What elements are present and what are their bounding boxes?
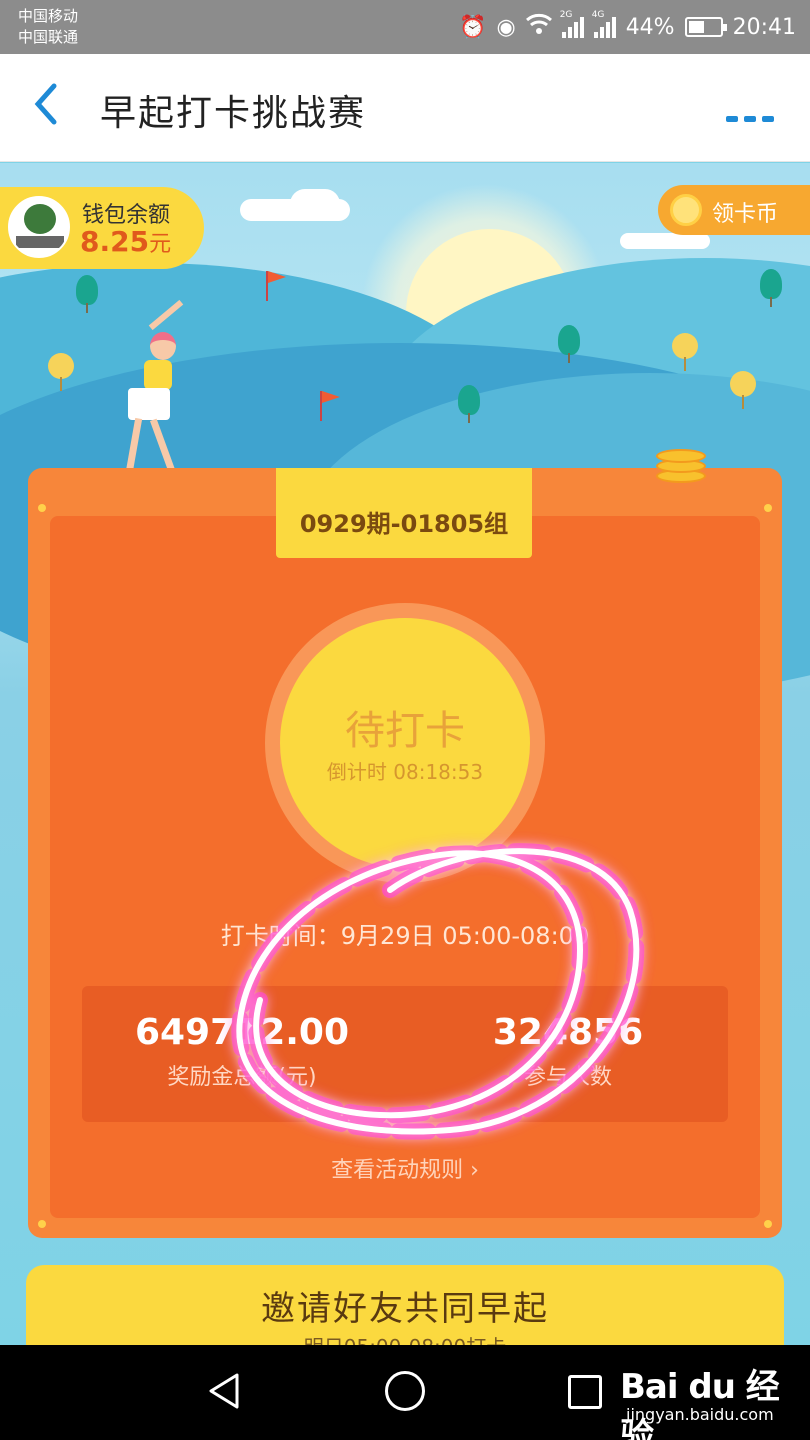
- system-nav-bar: Bai du 经验 jingyan.baidu.com: [0, 1345, 810, 1440]
- rules-link[interactable]: 查看活动规则 ›: [28, 1152, 782, 1184]
- wallet-amount: 8.25元: [80, 225, 171, 258]
- tree: [730, 371, 756, 409]
- invite-title: 邀请好友共同早起: [261, 1289, 549, 1329]
- network-type-2: 4G: [591, 10, 605, 20]
- period-label: 0929期-01805组: [299, 510, 509, 538]
- carrier-names: 中国移动 中国联通: [18, 6, 78, 48]
- cloud: [620, 233, 710, 249]
- tree: [458, 385, 480, 423]
- period-ribbon: 0929期-01805组: [276, 468, 532, 558]
- recent-square-icon[interactable]: [568, 1375, 602, 1409]
- coin-icon: [670, 194, 702, 226]
- avatar: [8, 196, 70, 258]
- wallet-amount-value: 8.25: [80, 225, 150, 258]
- wallet-unit: 元: [149, 232, 172, 257]
- chevron-left-icon[interactable]: [30, 82, 74, 132]
- invite-subtitle: 明日05:00-08:00打卡: [26, 1331, 784, 1345]
- countdown: 倒计时 08:18:53: [326, 760, 484, 784]
- carrier-2: 中国联通: [18, 28, 79, 46]
- status-bar: 中国移动 中国联通 ⏰ ◉ 2G 4G 44% 20:41: [0, 0, 810, 54]
- tree: [48, 353, 74, 391]
- alarm-icon: ⏰: [459, 14, 487, 40]
- home-circle-icon[interactable]: [385, 1371, 425, 1411]
- watermark-url: jingyan.baidu.com: [626, 1405, 774, 1424]
- stretching-girl-illustration: [116, 299, 196, 483]
- clock: 20:41: [732, 14, 796, 40]
- battery-icon: [684, 17, 727, 37]
- tree: [760, 269, 782, 307]
- page-title: 早起打卡挑战赛: [100, 93, 367, 134]
- watermark: Bai du 经验 jingyan.baidu.com: [620, 1353, 810, 1440]
- more-dots-icon[interactable]: [726, 90, 774, 134]
- wallet-balance[interactable]: 钱包余额 8.25元: [0, 187, 204, 269]
- tree: [76, 275, 98, 313]
- back-triangle-icon[interactable]: [205, 1371, 245, 1411]
- coin-stack-icon: [656, 445, 706, 485]
- signal-icon: 2G: [560, 10, 584, 38]
- checkin-status: 待打卡: [345, 708, 465, 754]
- status-icons: ⏰ ◉ 2G 4G 44% 20:41: [459, 8, 796, 46]
- network-type-1: 2G: [559, 10, 573, 20]
- get-coins-label: 领卡币: [712, 202, 779, 227]
- eye-icon: ◉: [496, 14, 516, 40]
- battery-percent: 44%: [625, 14, 675, 40]
- flag: [320, 391, 340, 421]
- watermark-logo: Bai du 经验: [620, 1367, 780, 1440]
- tree: [672, 333, 698, 371]
- tree: [558, 325, 580, 363]
- get-coins-button[interactable]: 领卡币: [658, 185, 810, 235]
- challenge-scene: 钱包余额 8.25元 领卡币 0929期-01805组 待打卡 倒计时 08:1…: [0, 163, 810, 1345]
- hand-drawn-circle-annotation: [231, 843, 645, 1140]
- title-bar: 早起打卡挑战赛: [0, 54, 810, 162]
- carrier-1: 中国移动: [18, 7, 79, 25]
- invite-friends-button[interactable]: 邀请好友共同早起 明日05:00-08:00打卡: [26, 1265, 784, 1345]
- wifi-icon: [525, 13, 552, 41]
- signal-icon: 4G: [592, 10, 616, 38]
- flag: [266, 271, 286, 301]
- cloud: [290, 189, 340, 219]
